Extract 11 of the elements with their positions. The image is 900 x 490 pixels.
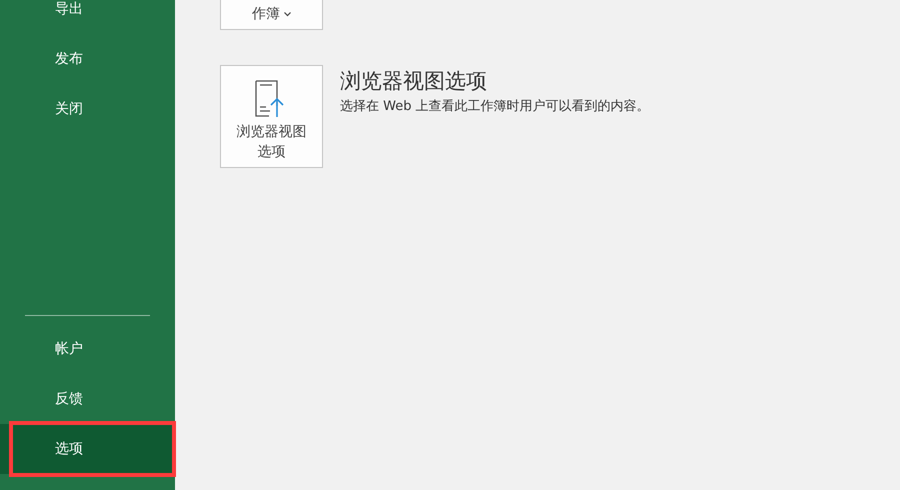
sidebar-item[interactable]: 关闭 (0, 84, 175, 134)
browser-view-options-button[interactable]: 浏览器视图选项 (220, 65, 323, 168)
caret-icon (284, 12, 291, 17)
sidebar-item[interactable]: 发布 (0, 34, 175, 84)
sidebar-item[interactable]: 选项 (0, 424, 175, 474)
option-title: 浏览器视图选项 (340, 68, 488, 95)
sidebar-item[interactable]: 帐户 (0, 324, 175, 374)
sidebar-item[interactable]: 导出 (0, 0, 175, 34)
workbook-button[interactable]: 作簿 (220, 0, 323, 30)
option-description: 选择在 Web 上查看此工作簿时用户可以看到的内容。 (340, 98, 650, 115)
sidebar-item[interactable]: 反馈 (0, 374, 175, 424)
